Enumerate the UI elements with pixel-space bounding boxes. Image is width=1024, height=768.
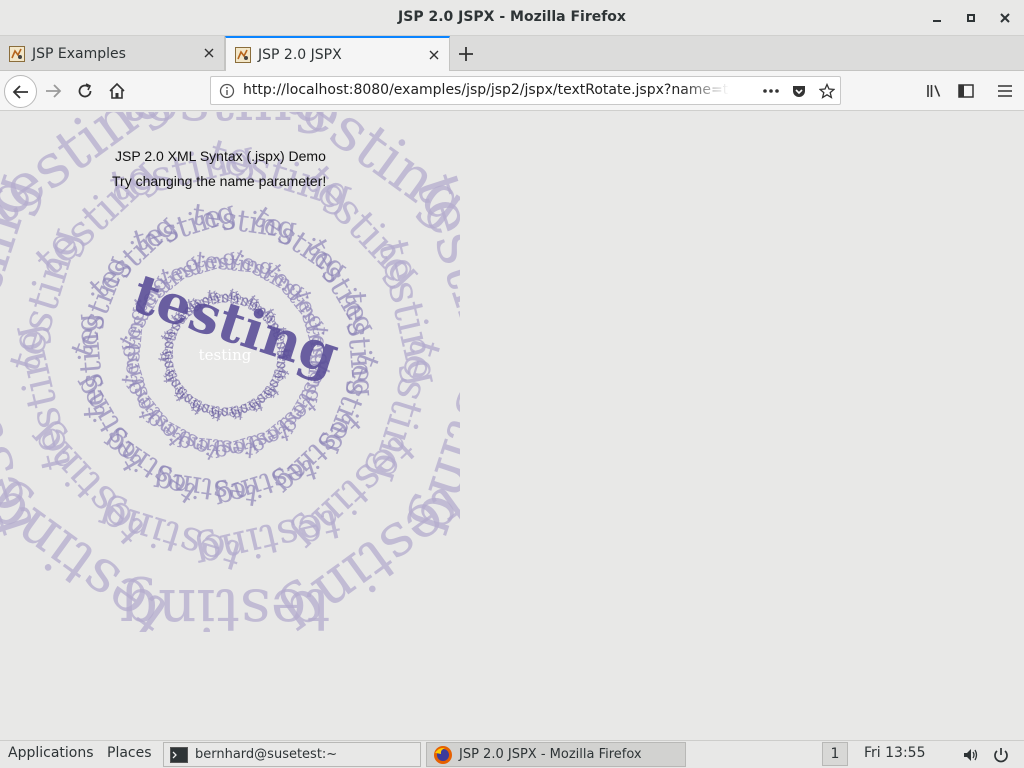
- forward-button[interactable]: [39, 77, 67, 105]
- maximize-button[interactable]: [961, 8, 981, 28]
- workspace-indicator[interactable]: 1: [822, 742, 848, 766]
- minimize-button[interactable]: [927, 8, 947, 28]
- tab-close-icon[interactable]: [427, 48, 441, 62]
- tab-label: JSP Examples: [32, 45, 126, 62]
- url-fade: [681, 79, 729, 103]
- firefox-icon: [434, 745, 452, 764]
- page-actions-button[interactable]: [762, 82, 780, 100]
- reload-button[interactable]: [71, 77, 99, 105]
- tomcat-favicon-icon: [9, 45, 25, 62]
- menu-button[interactable]: [991, 77, 1019, 105]
- window-title: JSP 2.0 JSPX - Mozilla Firefox: [398, 9, 626, 25]
- plus-icon: [459, 47, 473, 61]
- bookmark-star-button[interactable]: [818, 82, 836, 100]
- ellipsis-icon: [763, 89, 779, 93]
- hamburger-menu-icon: [998, 85, 1012, 97]
- page-content: testing testing testing testing testing testi…: [0, 112, 1024, 740]
- reload-icon: [78, 83, 92, 98]
- tomcat-favicon-icon: [235, 46, 251, 63]
- url-text[interactable]: http://localhost:8080/examples/jsp/jsp2/…: [243, 82, 728, 98]
- pocket-button[interactable]: [790, 82, 808, 100]
- maximize-icon: [967, 14, 975, 22]
- tab-close-icon[interactable]: [202, 46, 216, 60]
- demo-hint: Try changing the name parameter!: [112, 173, 327, 189]
- navigation-toolbar: http://localhost:8080/examples/jsp/jsp2/…: [0, 71, 1024, 111]
- terminal-icon: [170, 746, 188, 763]
- close-icon: [1000, 13, 1010, 23]
- url-bar[interactable]: http://localhost:8080/examples/jsp/jsp2/…: [210, 76, 841, 105]
- home-button[interactable]: [103, 77, 131, 105]
- info-icon[interactable]: [219, 83, 235, 99]
- pocket-icon: [793, 86, 805, 97]
- taskbar-window-terminal[interactable]: bernhard@susetest:~: [163, 742, 421, 767]
- taskbar-window-label: bernhard@susetest:~: [195, 747, 338, 762]
- center-label: testing: [199, 346, 252, 364]
- arrow-left-icon: [12, 84, 28, 99]
- places-menu[interactable]: Places: [107, 745, 152, 761]
- power-icon[interactable]: [992, 746, 1010, 764]
- demo-title: JSP 2.0 XML Syntax (.jspx) Demo: [115, 148, 326, 164]
- sidebar-button[interactable]: [952, 77, 980, 105]
- tab-strip: JSP Examples JSP 2.0 JSPX: [0, 36, 1024, 71]
- window-titlebar: JSP 2.0 JSPX - Mozilla Firefox: [0, 0, 1024, 36]
- tab-label: JSP 2.0 JSPX: [258, 46, 342, 63]
- minimize-icon: [933, 20, 941, 22]
- library-icon: [927, 85, 941, 97]
- new-tab-button[interactable]: [455, 43, 477, 65]
- tab-jsp-examples[interactable]: JSP Examples: [0, 36, 225, 71]
- back-button[interactable]: [4, 75, 37, 108]
- star-icon: [819, 83, 835, 99]
- applications-menu[interactable]: Applications: [8, 745, 94, 761]
- taskbar-window-label: JSP 2.0 JSPX - Mozilla Firefox: [459, 747, 642, 762]
- volume-icon[interactable]: [962, 746, 980, 764]
- rotated-text: testing: [190, 197, 299, 247]
- library-button[interactable]: [920, 77, 948, 105]
- tab-jsp-20-jspx[interactable]: JSP 2.0 JSPX: [225, 36, 450, 71]
- close-window-button[interactable]: [995, 8, 1015, 28]
- sidebar-icon: [958, 84, 974, 98]
- arrow-right-icon: [46, 84, 62, 98]
- clock[interactable]: Fri 13:55: [864, 745, 925, 761]
- home-icon: [109, 82, 125, 99]
- taskbar: Applications Places bernhard@susetest:~ …: [0, 740, 1024, 768]
- taskbar-window-firefox[interactable]: JSP 2.0 JSPX - Mozilla Firefox: [426, 742, 686, 767]
- rotated-text-svg: testingtestingtestingtestingtestingtesti…: [0, 112, 460, 632]
